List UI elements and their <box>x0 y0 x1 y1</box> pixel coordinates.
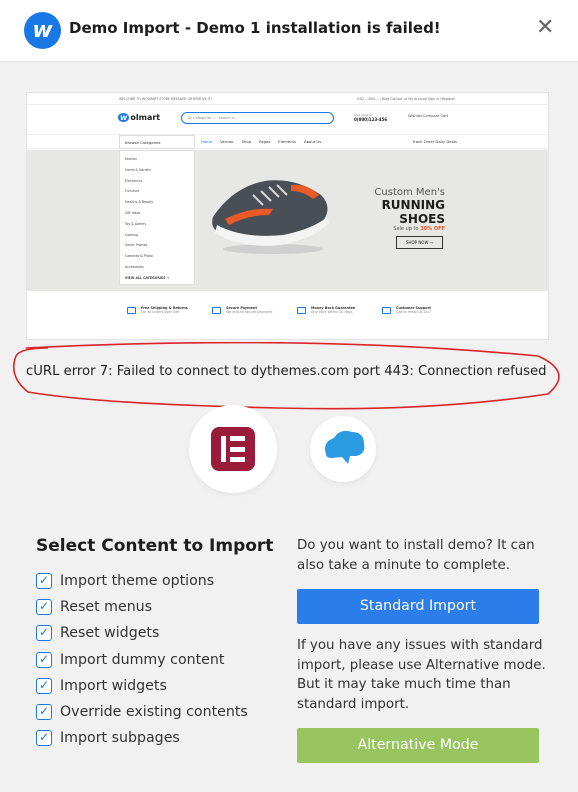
option-reset-widgets[interactable]: ✓ Reset widgets <box>36 624 248 650</box>
cloud-bird-icon <box>325 430 365 464</box>
checkbox-checked-icon[interactable]: ✓ <box>36 599 52 616</box>
select-content-title: Select Content to Import <box>36 536 274 556</box>
preview-shop-now: SHOP NOW → <box>396 236 443 249</box>
modal-header: w Demo Import - Demo 1 installation is f… <box>0 0 578 62</box>
demo-preview-image: WELCOME TO WOLMART STORE MESSAGE OR REMO… <box>26 92 549 340</box>
preview-search-placeholder: Search in... <box>218 116 238 120</box>
elementor-icon <box>211 427 255 471</box>
error-message: cURL error 7: Failed to connect to dythe… <box>26 364 547 379</box>
preview-nav-right: Track Order Daily Deals <box>412 139 457 144</box>
option-import-subpages[interactable]: ✓ Import subpages <box>36 729 248 755</box>
running-shoe-image <box>212 180 329 254</box>
checkbox-checked-icon[interactable]: ✓ <box>36 625 52 642</box>
preview-scroll-bar <box>291 339 458 340</box>
content-options-list: ✓ Import theme options ✓ Reset menus ✓ Rese… <box>36 572 248 755</box>
checkbox-checked-icon[interactable]: ✓ <box>36 573 52 589</box>
preview-hero-text: Custom Men's RUNNING SHOES Sale up to 30… <box>374 187 445 232</box>
wolmart-logo-icon: w <box>24 12 61 49</box>
option-import-dummy-content[interactable]: ✓ Import dummy content <box>36 651 248 677</box>
install-prompt: Do you want to install demo? It can also… <box>297 538 535 573</box>
checkbox-checked-icon[interactable]: ✓ <box>36 677 52 694</box>
option-override-existing-contents[interactable]: ✓ Override existing contents <box>36 703 248 729</box>
preview-logo: w olmart <box>118 113 161 122</box>
option-import-widgets[interactable]: ✓ Import widgets <box>36 677 248 703</box>
checkbox-checked-icon[interactable]: ✓ <box>36 651 52 668</box>
option-import-theme-options[interactable]: ✓ Import theme options <box>36 572 248 598</box>
preview-search: All Categories ⌄ Search in... <box>181 112 334 124</box>
modal-title: Demo Import - Demo 1 installation is fai… <box>69 19 441 37</box>
alternative-mode-note: If you have any issues with standard imp… <box>297 638 546 712</box>
preview-mainbar: w olmart All Categories ⌄ Search in... Li… <box>27 105 548 135</box>
option-reset-menus[interactable]: ✓ Reset menus <box>36 598 248 624</box>
preview-browse-categories: Browse Categories <box>119 135 195 149</box>
preview-nav-links: Home Vendor Shop Pages Elements About Us <box>201 139 322 144</box>
preview-header-icons: Wishlist Compare Cart <box>408 114 449 118</box>
checkbox-checked-icon[interactable]: ✓ <box>36 703 52 720</box>
preview-hero-banner: Fashion Home & Garden Electronics Furnit… <box>27 150 548 291</box>
preview-features: Free Shipping & Returns For all orders ov… <box>119 298 449 323</box>
standard-import-button[interactable]: Standard Import <box>297 589 539 624</box>
preview-call: Live Chat or: 0(800)123-456 <box>354 113 388 122</box>
preview-category-list: Fashion Home & Garden Electronics Furnit… <box>119 150 195 285</box>
preview-topbar: WELCOME TO WOLMART STORE MESSAGE OR REMO… <box>27 93 548 105</box>
preview-navbar: Browse Categories Home Vendor Shop Pages Ele… <box>27 135 548 149</box>
checkbox-checked-icon[interactable]: ✓ <box>36 730 52 747</box>
preview-search-category: All Categories ⌄ <box>188 116 216 120</box>
elementor-plugin-icon <box>189 405 277 493</box>
close-icon[interactable]: ✕ <box>536 17 554 39</box>
alternative-mode-button[interactable]: Alternative Mode <box>297 728 539 763</box>
preview-top-links: USD ⌄ ENG ⌄ | Blog Contact us My Account… <box>357 97 455 101</box>
preview-welcome-text: WELCOME TO WOLMART STORE MESSAGE OR REMO… <box>119 97 212 101</box>
cloud-bird-plugin-icon <box>310 416 376 482</box>
